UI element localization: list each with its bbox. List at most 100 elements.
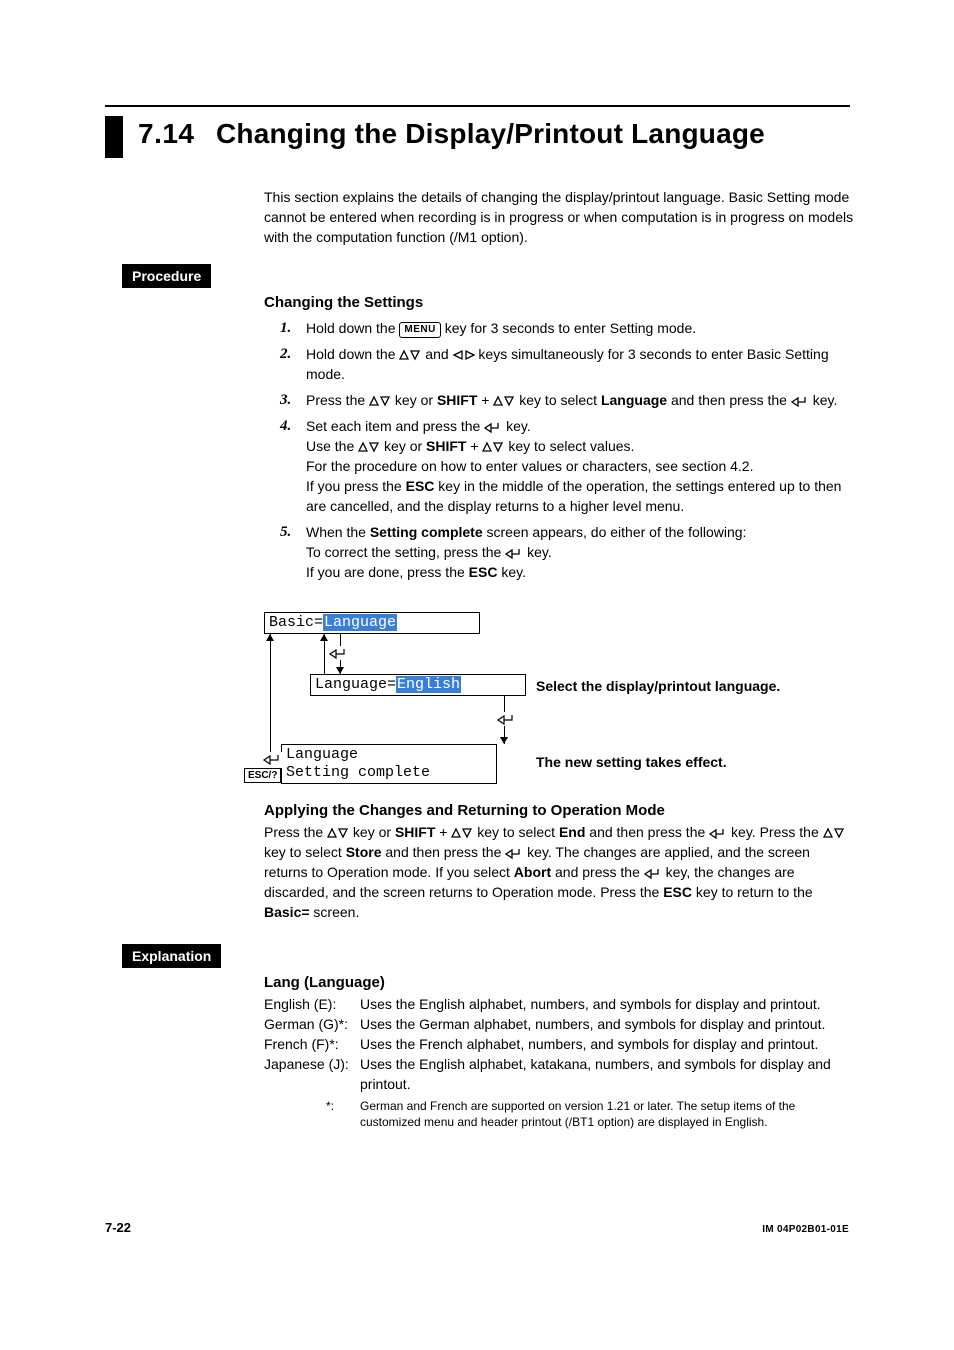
lang-row: French (F)*: Uses the French alphabet, n… [264, 1034, 854, 1054]
step-body: Press the key or SHIFT + key to select L… [306, 390, 850, 410]
menu-key-icon: MENU [399, 322, 440, 338]
step-number: 4. [280, 416, 306, 516]
text: key. [523, 544, 552, 560]
footnote: *: German and French are supported on ve… [264, 1098, 854, 1130]
step-4: 4. Set each item and press the key. Use … [280, 416, 850, 516]
step-2: 2. Hold down the and keys simultaneously… [280, 344, 850, 384]
store-word: Store [346, 844, 382, 860]
text: If you press the [306, 478, 406, 494]
text: and [421, 346, 452, 362]
text: Use the [306, 438, 358, 454]
esc-key-icon: ESC/? [244, 768, 281, 783]
lang-desc: Uses the German alphabet, numbers, and s… [360, 1014, 854, 1034]
down-up-icon [399, 349, 421, 361]
text: Press the [264, 824, 327, 840]
footnote-mark: *: [326, 1098, 360, 1130]
text: key. Press the [727, 824, 822, 840]
document-id: IM 04P02B01-01E [762, 1224, 849, 1235]
step-body: Hold down the and keys simultaneously fo… [306, 344, 850, 384]
text: key or [349, 824, 395, 840]
text: key for 3 seconds to enter Setting mode. [441, 320, 696, 336]
footnote-body: German and French are supported on versi… [360, 1098, 854, 1130]
setting-complete-word: Setting complete [370, 524, 483, 540]
text: Language [286, 746, 358, 763]
text: Press the [306, 392, 369, 408]
enter-icon [484, 421, 502, 433]
lcd-basic: Basic=Language [264, 612, 480, 634]
text: For the procedure on how to enter values… [306, 458, 753, 474]
step-5: 5. When the Setting complete screen appe… [280, 522, 850, 582]
lang-desc: Uses the French alphabet, numbers, and s… [360, 1034, 854, 1054]
step-number: 1. [280, 318, 306, 338]
end-word: End [559, 824, 585, 840]
text: screen. [310, 904, 360, 920]
lang-row: English (E): Uses the English alphabet, … [264, 994, 854, 1014]
down-up-icon [482, 441, 504, 453]
highlight: English [396, 676, 461, 693]
enter-icon [644, 867, 662, 879]
subhead-changing: Changing the Settings [264, 294, 423, 311]
title-bar [105, 116, 123, 158]
lang-row: Japanese (J): Uses the English alphabet,… [264, 1054, 854, 1094]
step-body: Set each item and press the key. Use the… [306, 416, 850, 516]
apply-paragraph: Press the key or SHIFT + key to select E… [264, 822, 854, 922]
text: If you are done, press the [306, 564, 469, 580]
text: key to select [473, 824, 559, 840]
lang-key: German (G)*: [264, 1014, 360, 1034]
text: Hold down the [306, 346, 399, 362]
enter-icon [328, 646, 350, 662]
enter-icon [791, 395, 809, 407]
arrowhead-up-icon [266, 634, 274, 641]
down-up-icon [369, 395, 391, 407]
highlight: Language [323, 614, 397, 631]
section-number: 7.14 [138, 118, 195, 150]
language-word: Language [601, 392, 667, 408]
text: and press the [551, 864, 644, 880]
arrowhead-down-icon [500, 737, 508, 744]
lcd-complete: LanguageSetting complete [281, 744, 497, 784]
lcd-language: Language=English [310, 674, 526, 696]
subhead-applying: Applying the Changes and Returning to Op… [264, 802, 665, 819]
lang-row: German (G)*: Uses the German alphabet, n… [264, 1014, 854, 1034]
enter-icon [505, 547, 523, 559]
text: Set each item and press the [306, 418, 484, 434]
text: key to select values. [504, 438, 634, 454]
flow-diagram: Basic=Language Language=English Language… [264, 612, 854, 792]
intro-paragraph: This section explains the details of cha… [264, 187, 854, 247]
text: When the [306, 524, 370, 540]
title-rule [105, 105, 850, 107]
text: key to select [264, 844, 346, 860]
text: key to select [515, 392, 601, 408]
step-number: 2. [280, 344, 306, 384]
text: + [467, 438, 483, 454]
down-up-icon [327, 827, 349, 839]
text: and then press the [585, 824, 709, 840]
text: key. [497, 564, 526, 580]
enter-icon [505, 847, 523, 859]
connector-line [270, 634, 271, 764]
diagram-label-effect: The new setting takes effect. [536, 754, 727, 770]
down-up-icon [823, 827, 845, 839]
abort-word: Abort [514, 864, 551, 880]
step-3: 3. Press the key or SHIFT + key to selec… [280, 390, 850, 410]
enter-icon [709, 827, 727, 839]
lang-key: English (E): [264, 994, 360, 1014]
text: key to return to the [692, 884, 813, 900]
enter-icon [262, 752, 284, 768]
language-list: English (E): Uses the English alphabet, … [264, 994, 854, 1130]
diagram-label-select: Select the display/printout language. [536, 678, 780, 694]
esc-key: ESC [663, 884, 692, 900]
down-up-icon [493, 395, 515, 407]
shift-key: SHIFT [437, 392, 477, 408]
arrowhead-up-icon [320, 634, 328, 641]
step-1: 1. Hold down the MENU key for 3 seconds … [280, 318, 850, 338]
step-body: When the Setting complete screen appears… [306, 522, 850, 582]
lang-key: French (F)*: [264, 1034, 360, 1054]
text: and then press the [382, 844, 506, 860]
down-up-icon [358, 441, 380, 453]
text: Hold down the [306, 320, 399, 336]
step-number: 5. [280, 522, 306, 582]
text: screen appears, do either of the followi… [483, 524, 747, 540]
text: + [477, 392, 493, 408]
text: key or [391, 392, 437, 408]
